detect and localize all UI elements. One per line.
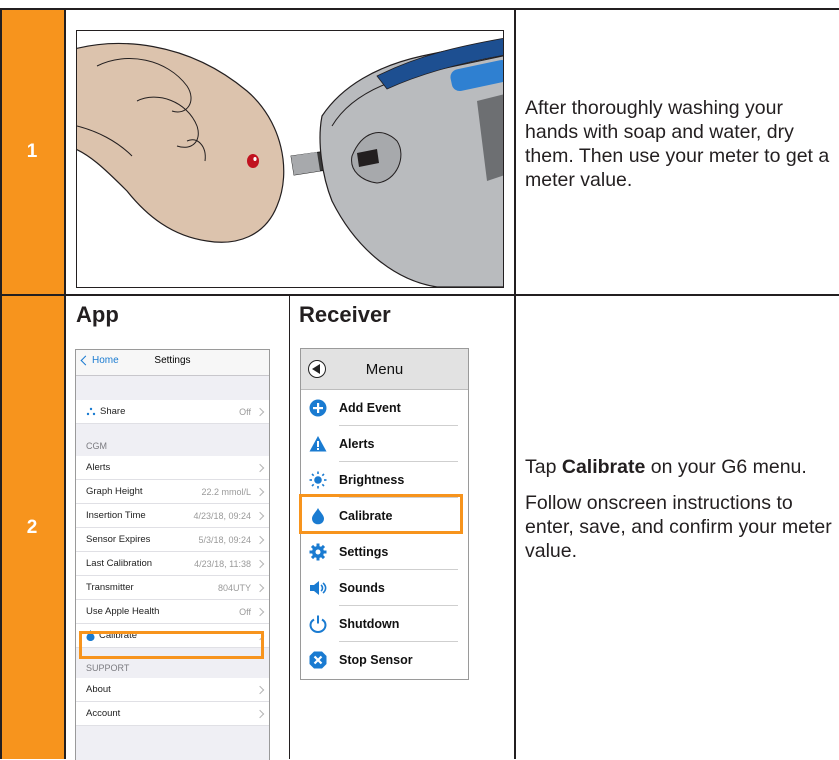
app-row-share-label-wrap: Share (86, 406, 239, 417)
receiver-item-sounds[interactable]: Sounds (301, 570, 468, 606)
step-2-text: Tap Calibrate on your G6 menu. (525, 455, 833, 479)
receiver-item-settings[interactable]: Settings (301, 534, 468, 570)
app-section-cgm: CGM (86, 441, 107, 451)
app-row-share-label: Share (100, 406, 126, 417)
app-row-label: Graph Height (86, 486, 143, 497)
app-row-account[interactable]: Account (76, 702, 269, 726)
app-row-label: Alerts (86, 462, 111, 473)
table-col-divider-2 (514, 8, 516, 759)
app-column-heading: App (76, 302, 119, 327)
warning-icon (309, 436, 327, 452)
app-row-label: About (86, 684, 111, 695)
receiver-item-label: Stop Sensor (339, 653, 413, 667)
step-2-text-prefix: Tap (525, 456, 562, 478)
sun-icon (309, 471, 327, 489)
app-row-label: Account (86, 708, 121, 719)
receiver-calibrate-highlight (299, 494, 463, 534)
receiver-item-label: Add Event (339, 401, 401, 415)
chevron-right-icon (255, 487, 265, 496)
table-col-divider-1 (64, 8, 66, 759)
step-2-number-cell: 2 (0, 296, 64, 759)
chevron-right-icon (255, 463, 265, 472)
receiver-header: Menu (301, 349, 468, 390)
receiver-item-alerts[interactable]: Alerts (301, 426, 468, 462)
step-2-text-2: Follow onscreen instructions to enter, s… (525, 492, 832, 562)
step-2-number: 2 (26, 516, 38, 538)
step-1-number-cell: 1 (0, 9, 64, 294)
app-row-label: Insertion Time (86, 510, 146, 521)
app-settings-screen: Home Settings Share Off CGM Alerts Graph… (75, 349, 270, 760)
app-row-label: Use Apple Health (86, 606, 160, 617)
app-nav-bar: Home Settings (76, 350, 269, 376)
receiver-item-brightness[interactable]: Brightness (301, 462, 468, 498)
app-row-label: Last Calibration (86, 558, 153, 569)
step-2-instruction: Tap Calibrate on your G6 menu. Follow on… (525, 455, 833, 563)
step-2-text-bold: Calibrate (561, 456, 646, 478)
app-row-apple-health[interactable]: Use Apple Health Off (76, 600, 269, 624)
chevron-right-icon (255, 583, 265, 592)
receiver-item-label: Sounds (339, 581, 385, 595)
receiver-item-shutdown[interactable]: Shutdown (301, 606, 468, 642)
receiver-item-label: Shutdown (339, 617, 400, 631)
app-row-sensor-expires[interactable]: Sensor Expires 5/3/18, 09:24 (76, 528, 269, 552)
step-1-text: After thoroughly washing your hands with… (525, 97, 830, 191)
step-2-text-suffix: on your G6 menu. (645, 456, 807, 478)
app-row-share[interactable]: Share Off (76, 400, 269, 424)
step-1-number: 1 (26, 140, 38, 162)
table-border-left (0, 8, 2, 759)
table-border-top (0, 8, 839, 10)
app-row-value: 804UTY (217, 582, 251, 593)
plus-circle-icon (309, 399, 327, 417)
table-col-divider-app-receiver (289, 296, 290, 759)
chevron-right-icon (255, 685, 265, 694)
finger-meter-image (77, 37, 503, 287)
step-1-instruction: After thoroughly washing your hands with… (525, 96, 833, 192)
chevron-right-icon (255, 559, 265, 568)
receiver-item-add-event[interactable]: Add Event (301, 390, 468, 426)
table-row-divider (0, 294, 839, 296)
app-row-label: Transmitter (86, 582, 134, 593)
gear-icon (309, 543, 327, 561)
fingerstick-meter-illustration (76, 30, 504, 288)
receiver-item-label: Alerts (339, 437, 375, 451)
app-row-label: Sensor Expires (86, 534, 151, 545)
app-row-share-value: Off (239, 406, 251, 417)
share-icon (86, 407, 96, 415)
speaker-icon (310, 581, 327, 595)
app-row-value: 4/23/18, 09:24 (193, 510, 251, 521)
app-row-value: Off (239, 606, 251, 617)
receiver-item-stop-sensor[interactable]: Stop Sensor (301, 642, 468, 678)
app-row-value: 4/23/18, 11:38 (194, 558, 251, 569)
chevron-right-icon (255, 535, 265, 544)
power-icon (309, 615, 327, 633)
receiver-item-label: Settings (339, 545, 389, 559)
app-settings-title: Settings (154, 355, 191, 366)
app-row-value: 5/3/18, 09:24 (198, 534, 251, 545)
app-row-alerts[interactable]: Alerts (76, 456, 269, 480)
app-row-insertion-time[interactable]: Insertion Time 4/23/18, 09:24 (76, 504, 269, 528)
receiver-item-label: Brightness (339, 473, 405, 487)
chevron-right-icon (255, 511, 265, 520)
receiver-column-heading: Receiver (299, 302, 391, 327)
app-row-value: 22.2 mmol/L (201, 486, 251, 497)
app-row-about[interactable]: About (76, 678, 269, 702)
app-calibrate-highlight (79, 631, 264, 659)
app-spacer (76, 376, 269, 400)
chevron-right-icon (255, 607, 265, 616)
chevron-right-icon (255, 709, 265, 718)
app-row-graph-height[interactable]: Graph Height 22.2 mmol/L (76, 480, 269, 504)
app-row-last-calibration[interactable]: Last Calibration 4/23/18, 11:38 (76, 552, 269, 576)
chevron-right-icon (255, 407, 265, 416)
app-row-transmitter[interactable]: Transmitter 804UTY (76, 576, 269, 600)
stop-x-icon (309, 651, 327, 669)
receiver-menu-title: Menu (365, 361, 404, 378)
